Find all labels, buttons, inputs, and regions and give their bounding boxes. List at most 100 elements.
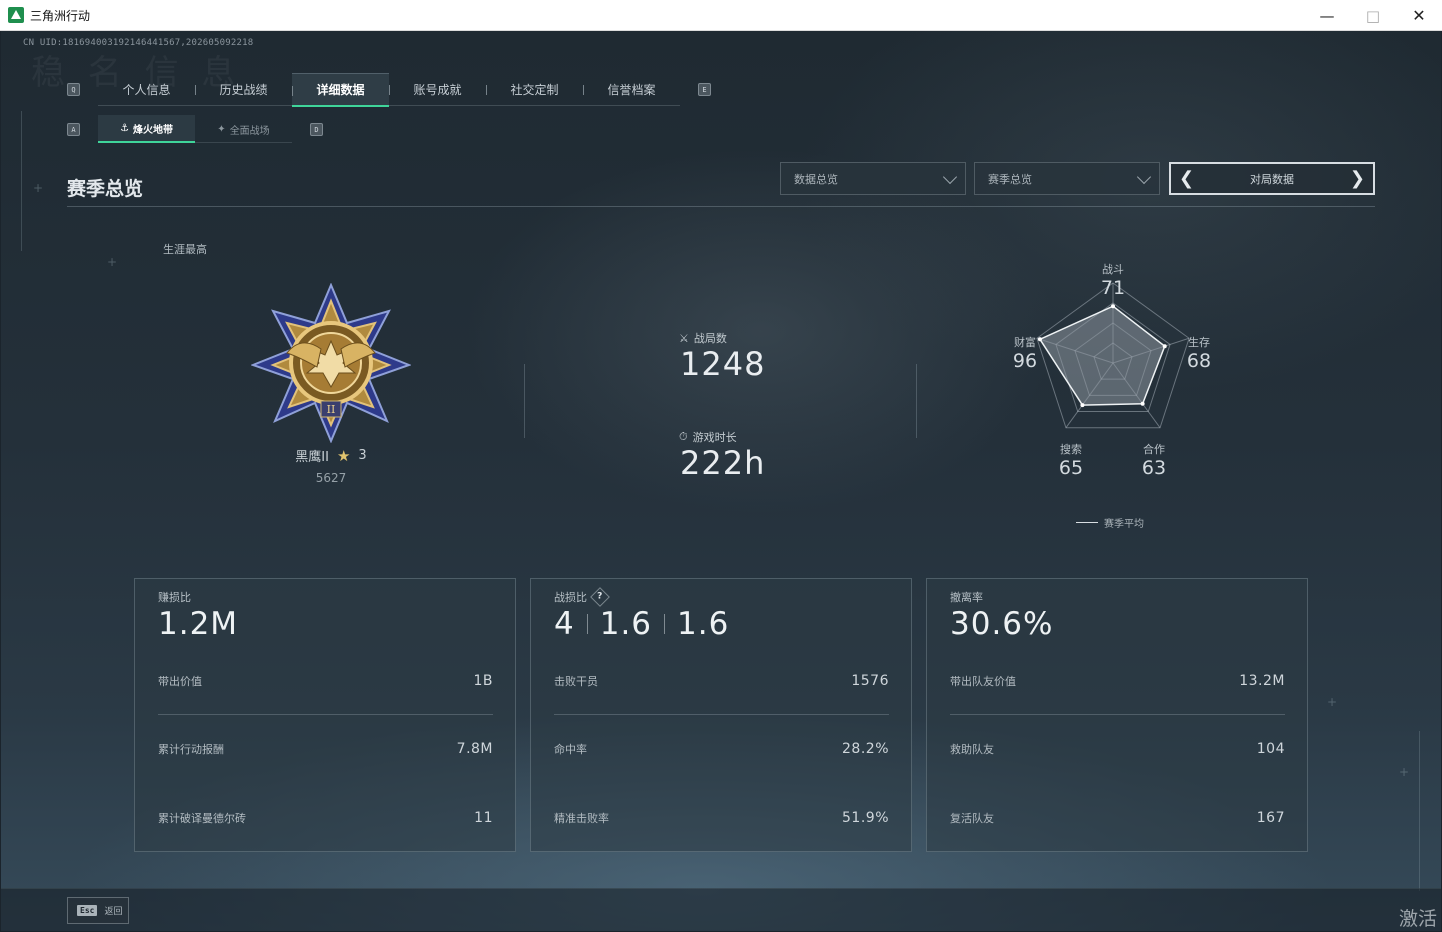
back-label: 返回 — [104, 907, 123, 917]
row-divider — [158, 714, 493, 715]
radar-value-wealth: 96 — [1012, 350, 1038, 372]
subtab-label: 全面战场 — [229, 125, 270, 137]
star-icon: ★ — [336, 446, 351, 465]
radar-value-survival: 68 — [1186, 350, 1212, 372]
dropdown-value: 赛季总览 — [988, 172, 1032, 186]
card-label: 赚损比 — [158, 591, 191, 604]
sub-tab-bar: ⚓ 烽火地带 ✦ 全面战场 — [98, 115, 292, 143]
close-button[interactable]: ✕ — [1396, 0, 1442, 31]
stat-row-label: 累计行动报酬 — [158, 743, 224, 756]
prev-tab-key[interactable]: Q — [67, 83, 80, 96]
stat-row: 复活队友 167 — [950, 808, 1285, 828]
playtime-label-text: 游戏时长 — [692, 431, 737, 444]
minimize-button[interactable]: — — [1304, 0, 1350, 31]
chevron-left-icon[interactable]: ❮ — [1179, 169, 1194, 188]
stat-row-value: 1576 — [851, 673, 889, 689]
back-button[interactable]: Esc 返回 — [67, 897, 129, 924]
radar-point — [1111, 304, 1115, 309]
matches-label-text: 战局数 — [693, 332, 727, 345]
radar-label-wealth: 财富 — [1014, 336, 1036, 349]
kd-value-2: 1.6 — [599, 606, 653, 642]
bottom-bar — [1, 888, 1441, 931]
tab-achievements[interactable]: 账号成就 — [389, 73, 486, 106]
stat-row-value: 7.8M — [456, 741, 493, 757]
column-divider — [916, 364, 917, 438]
data-overview-dropdown[interactable]: 数据总览 — [780, 162, 966, 195]
stat-row-label: 复活队友 — [950, 812, 994, 825]
playtime-label: ⏱ 游戏时长 — [679, 429, 737, 445]
playtime-value: 222h — [680, 444, 766, 482]
help-icon-glyph: ? — [597, 591, 603, 602]
card-label: 战损比 ? — [554, 587, 610, 607]
stat-row: 精准击败率 51.9% — [554, 808, 889, 828]
legend-label: 赛季平均 — [1104, 519, 1144, 530]
stat-row-value: 28.2% — [842, 741, 889, 757]
legend-line-icon — [1076, 522, 1098, 523]
battlefield-icon: ✦ — [217, 123, 226, 135]
section-divider — [67, 206, 1375, 207]
tab-personal-info[interactable]: 个人信息 — [98, 73, 195, 106]
stat-row-value: 1B — [473, 673, 493, 689]
stat-row-label: 精准击败率 — [554, 812, 609, 825]
window-title: 三角洲行动 — [30, 8, 91, 23]
value-separator — [664, 614, 666, 634]
card-main-value: 1.2M — [158, 606, 239, 642]
stat-row: 带出队友价值 13.2M — [950, 671, 1285, 691]
next-subtab-key[interactable]: D — [310, 123, 323, 136]
stat-row-value: 13.2M — [1239, 673, 1285, 689]
player-uid: CN UID:181694003192146441567,20260509221… — [23, 38, 254, 48]
stat-row: 击败干员 1576 — [554, 671, 889, 691]
main-tab-bar: 个人信息 历史战绩 详细数据 账号成就 社交定制 信誉档案 — [98, 72, 680, 107]
stat-row: 累计破译曼德尔砖 11 — [158, 808, 493, 828]
decor-plus-icon: + — [33, 181, 44, 195]
radar-point — [1140, 401, 1145, 406]
column-divider — [524, 364, 525, 438]
kd-ratio-card: 战损比 ? 4 1.6 1.6 击败干员 1576 命中率 28.2% 精准击败… — [530, 578, 912, 852]
value-separator — [586, 614, 588, 634]
next-tab-key[interactable]: E — [698, 83, 711, 96]
tab-reputation[interactable]: 信誉档案 — [583, 73, 680, 106]
stat-row-label: 带出价值 — [158, 675, 202, 688]
help-icon[interactable]: ? — [590, 587, 610, 607]
chevron-down-icon — [942, 169, 958, 185]
tab-history[interactable]: 历史战绩 — [195, 73, 292, 106]
radar-value-shape — [1038, 305, 1166, 406]
radar-value-combat: 71 — [1100, 277, 1126, 299]
stat-row-value: 167 — [1256, 810, 1285, 826]
card-label: 撤离率 — [950, 591, 983, 604]
subtab-battlefield[interactable]: ✦ 全面战场 — [195, 115, 292, 143]
matches-value: 1248 — [680, 345, 766, 383]
chevron-down-icon — [1136, 169, 1152, 185]
extraction-rate-card: 撤离率 30.6% 带出队友价值 13.2M 救助队友 104 复活队友 167 — [926, 578, 1308, 852]
radar-point — [1162, 344, 1167, 349]
card-label-text: 战损比 — [554, 591, 587, 604]
season-dropdown[interactable]: 赛季总览 — [974, 162, 1160, 195]
radar-point — [1080, 403, 1085, 408]
radar-value-cooperation: 63 — [1141, 457, 1167, 479]
stopwatch-icon: ⏱ — [679, 430, 688, 443]
radar-value-search: 65 — [1058, 457, 1084, 479]
page-title: 赛季总览 — [67, 178, 144, 200]
stat-row-label: 累计破译曼德尔砖 — [158, 812, 246, 825]
tab-social[interactable]: 社交定制 — [486, 73, 583, 106]
card-main-value: 4 1.6 1.6 — [554, 606, 729, 642]
stat-row-value: 11 — [474, 810, 493, 826]
app-logo-icon — [8, 7, 24, 23]
radar-legend: 赛季平均 — [1076, 515, 1144, 530]
tab-detailed-data[interactable]: 详细数据 — [292, 72, 389, 107]
rank-medal-icon: II — [251, 283, 411, 443]
stat-row-label: 救助队友 — [950, 743, 994, 756]
lifetime-best-label: 生涯最高 — [163, 243, 207, 256]
kd-value-1: 4 — [554, 606, 575, 642]
stat-row-label: 击败干员 — [554, 675, 598, 688]
dropdown-value: 数据总览 — [794, 172, 838, 186]
rank-info: 黑鹰II ★ 3 — [261, 446, 401, 466]
matches-label: ⚔ 战局数 — [679, 330, 727, 346]
stat-row-label: 命中率 — [554, 743, 587, 756]
chevron-right-icon[interactable]: ❯ — [1350, 169, 1365, 188]
maximize-button[interactable]: □ — [1350, 0, 1396, 31]
prev-subtab-key[interactable]: A — [67, 123, 80, 136]
subtab-hazard-zone[interactable]: ⚓ 烽火地带 — [98, 115, 195, 143]
stat-row: 带出价值 1B — [158, 671, 493, 691]
rank-points: 5627 — [315, 471, 347, 485]
